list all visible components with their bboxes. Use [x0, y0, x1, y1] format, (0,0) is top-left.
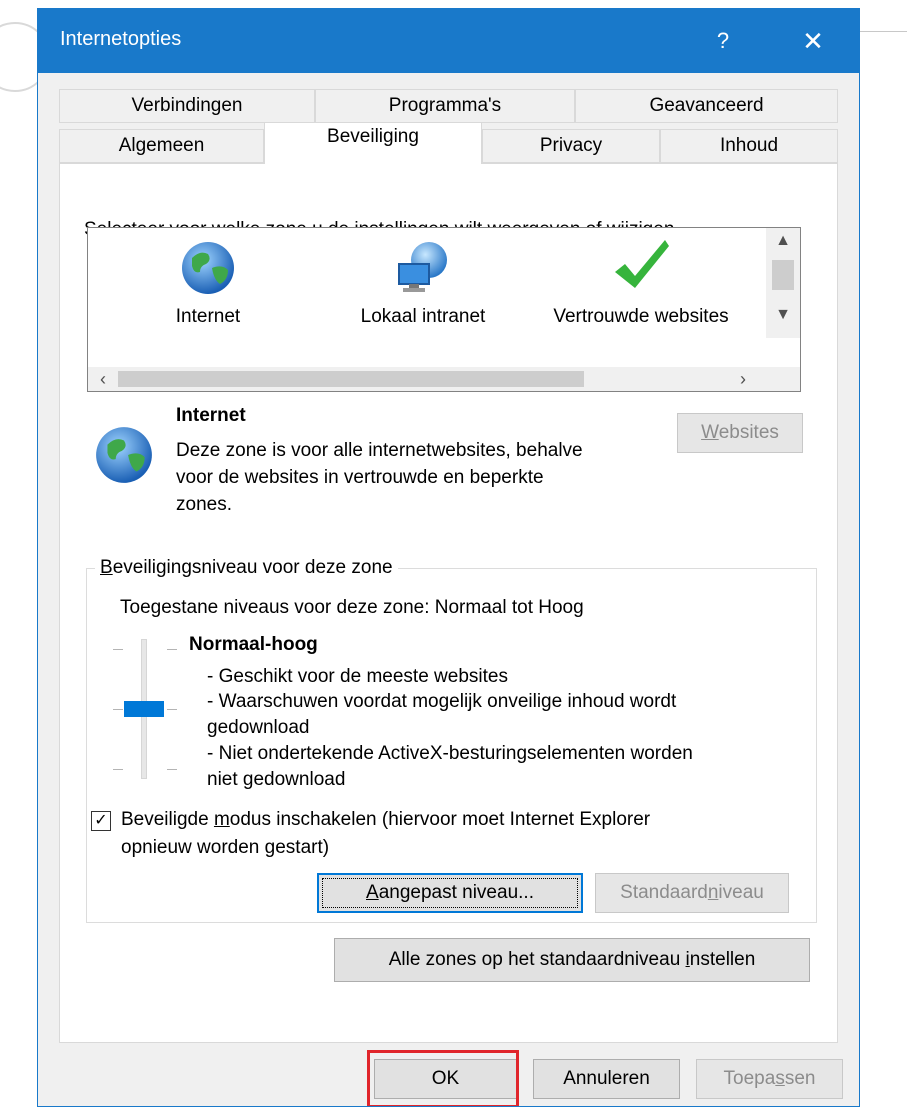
intranet-icon: [398, 242, 447, 292]
security-tab-panel: Selecteer voor welke zone u de instellin…: [59, 163, 838, 1043]
tab-privacy[interactable]: Privacy: [482, 129, 660, 163]
zone-list-vertical-scrollbar[interactable]: ▲ ▼: [766, 228, 800, 338]
zone-trusted-sites[interactable]: Vertrouwde websites: [538, 238, 744, 328]
allowed-levels-text: Toegestane niveaus voor deze zone: Norma…: [120, 597, 584, 618]
tab-algemeen[interactable]: Algemeen: [59, 129, 264, 163]
checkmark-icon: [615, 240, 669, 288]
zone-internet-label: Internet: [175, 306, 241, 327]
security-level-detail: - Niet ondertekende ActiveX-besturingsel…: [207, 743, 693, 764]
tab-geavanceerd[interactable]: Geavanceerd: [575, 89, 838, 123]
globe-icon: [182, 242, 234, 294]
zone-list[interactable]: Internet Lokaal intranet Vertrouwde webs…: [87, 227, 801, 392]
zone-internet[interactable]: Internet: [138, 238, 278, 328]
slider-thumb[interactable]: [124, 701, 164, 717]
scroll-up-icon[interactable]: ▲: [766, 232, 800, 250]
protected-mode-checkbox[interactable]: ✓: [91, 811, 111, 831]
help-button[interactable]: ?: [703, 19, 743, 63]
default-level-button[interactable]: Standaardniveau: [595, 873, 789, 913]
security-level-group-label: Beveiligingsniveau voor deze zone: [95, 557, 398, 579]
scroll-right-icon[interactable]: ›: [730, 367, 756, 391]
custom-level-button[interactable]: Aangepast niveau...: [317, 873, 583, 913]
ok-button-highlight: [367, 1050, 519, 1106]
tab-beveiliging[interactable]: Beveiliging: [264, 122, 482, 164]
security-level-detail: gedownload: [207, 717, 310, 738]
scroll-down-icon[interactable]: ▼: [766, 306, 800, 324]
scroll-left-icon[interactable]: ‹: [90, 367, 116, 391]
cancel-button[interactable]: Annuleren: [533, 1059, 680, 1099]
horizontal-scroll-thumb[interactable]: [118, 371, 584, 387]
title-bar[interactable]: Internetopties ? ✕: [38, 9, 859, 73]
zone-description-line: Deze zone is voor alle internetwebsites,…: [176, 440, 583, 461]
security-level-name: Normaal-hoog: [189, 634, 318, 655]
websites-button[interactable]: Websites: [677, 413, 803, 453]
security-level-detail: - Geschikt voor de meeste websites: [207, 666, 508, 687]
zone-trusted-sites-label: Vertrouwde websites: [553, 306, 729, 327]
selected-zone-title: Internet: [176, 405, 246, 426]
protected-mode-label-line2[interactable]: opnieuw worden gestart): [121, 837, 329, 859]
selected-zone-globe-icon: [96, 427, 152, 483]
internet-options-dialog: Internetopties ? ✕ Verbindingen Programm…: [37, 8, 860, 1107]
background-window-line: [860, 31, 907, 32]
security-level-group: Beveiligingsniveau voor deze zone Toeges…: [86, 557, 817, 923]
window-title: Internetopties: [60, 28, 182, 50]
close-button[interactable]: ✕: [788, 19, 838, 63]
security-level-detail: niet gedownload: [207, 769, 346, 790]
tab-programmas[interactable]: Programma's: [315, 89, 575, 123]
zone-local-intranet[interactable]: Lokaal intranet: [338, 238, 508, 328]
vertical-scroll-thumb[interactable]: [772, 260, 794, 290]
protected-mode-label[interactable]: Beveiligde modus inschakelen (hiervoor m…: [121, 809, 650, 831]
zone-list-horizontal-scrollbar[interactable]: ‹ ›: [88, 367, 800, 391]
tab-inhoud[interactable]: Inhoud: [660, 129, 838, 163]
zone-local-intranet-label: Lokaal intranet: [360, 306, 486, 327]
tab-verbindingen[interactable]: Verbindingen: [59, 89, 315, 123]
apply-button[interactable]: Toepassen: [696, 1059, 843, 1099]
zone-description-line: zones.: [176, 494, 232, 515]
zone-description-line: voor de websites in vertrouwde en beperk…: [176, 467, 544, 488]
reset-all-zones-button[interactable]: Alle zones op het standaardniveau instel…: [334, 938, 810, 982]
security-level-detail: - Waarschuwen voordat mogelijk onveilige…: [207, 691, 677, 712]
